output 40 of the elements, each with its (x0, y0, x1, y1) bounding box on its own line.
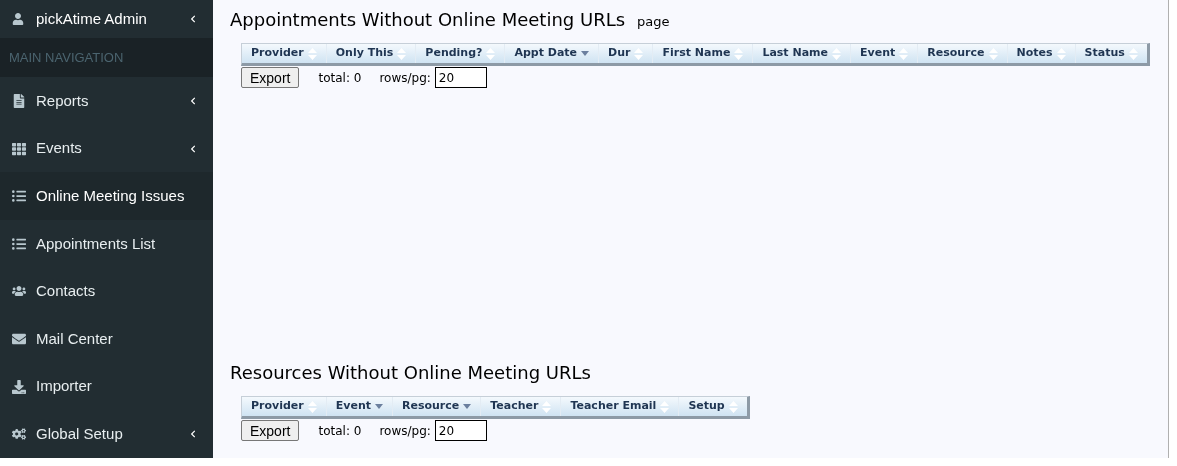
rows-per-page-field[interactable]: 20 (434, 67, 487, 88)
list-icon (12, 189, 26, 204)
list-icon (12, 236, 26, 251)
total-count: total: 0 (318, 422, 362, 440)
column-header[interactable]: Event (851, 44, 919, 63)
column-header[interactable]: Setup (679, 397, 747, 416)
envelope-icon (12, 332, 26, 346)
column-header[interactable]: Pending? (416, 44, 506, 63)
column-header[interactable]: Teacher Email (561, 397, 680, 416)
people-icon (12, 284, 26, 299)
section-label: MAIN NAVIGATION (9, 48, 124, 67)
column-header[interactable]: Appt Date (505, 44, 600, 63)
page-label: page (637, 13, 670, 31)
rows-per-page-field[interactable]: 20 (434, 420, 487, 441)
rows-per-page-label: rows/pg: (379, 422, 431, 440)
rows-per-page-label: rows/pg: (379, 69, 431, 87)
column-header[interactable]: Provider (242, 397, 327, 416)
column-header[interactable]: Event (326, 397, 393, 416)
document-icon (12, 94, 26, 109)
column-header[interactable]: Notes (1007, 44, 1076, 63)
column-header[interactable]: First Name (653, 44, 754, 63)
download-icon (12, 379, 26, 394)
user-name: pickAtime Admin (36, 8, 148, 29)
column-header[interactable]: Last Name (753, 44, 851, 63)
total-count: total: 0 (318, 69, 362, 87)
column-header[interactable]: Status (1075, 44, 1147, 63)
column-header[interactable]: Teacher (481, 397, 562, 416)
grid-icon (12, 141, 26, 156)
column-header[interactable]: Only This (326, 44, 417, 63)
export-button[interactable]: Export (241, 67, 300, 88)
column-header[interactable]: Provider (242, 44, 327, 63)
user-icon (12, 12, 24, 25)
section-title: Appointments Without Online Meeting URLs (230, 8, 626, 32)
nav-item[interactable]: Online Meeting Issues (0, 172, 213, 221)
column-header[interactable]: Dur (599, 44, 654, 63)
column-header[interactable]: Resource (918, 44, 1008, 63)
gears-icon (12, 427, 26, 442)
export-button[interactable]: Export (241, 420, 300, 441)
section-title: Resources Without Online Meeting URLs (230, 361, 591, 385)
column-header[interactable]: Resource (393, 397, 482, 416)
